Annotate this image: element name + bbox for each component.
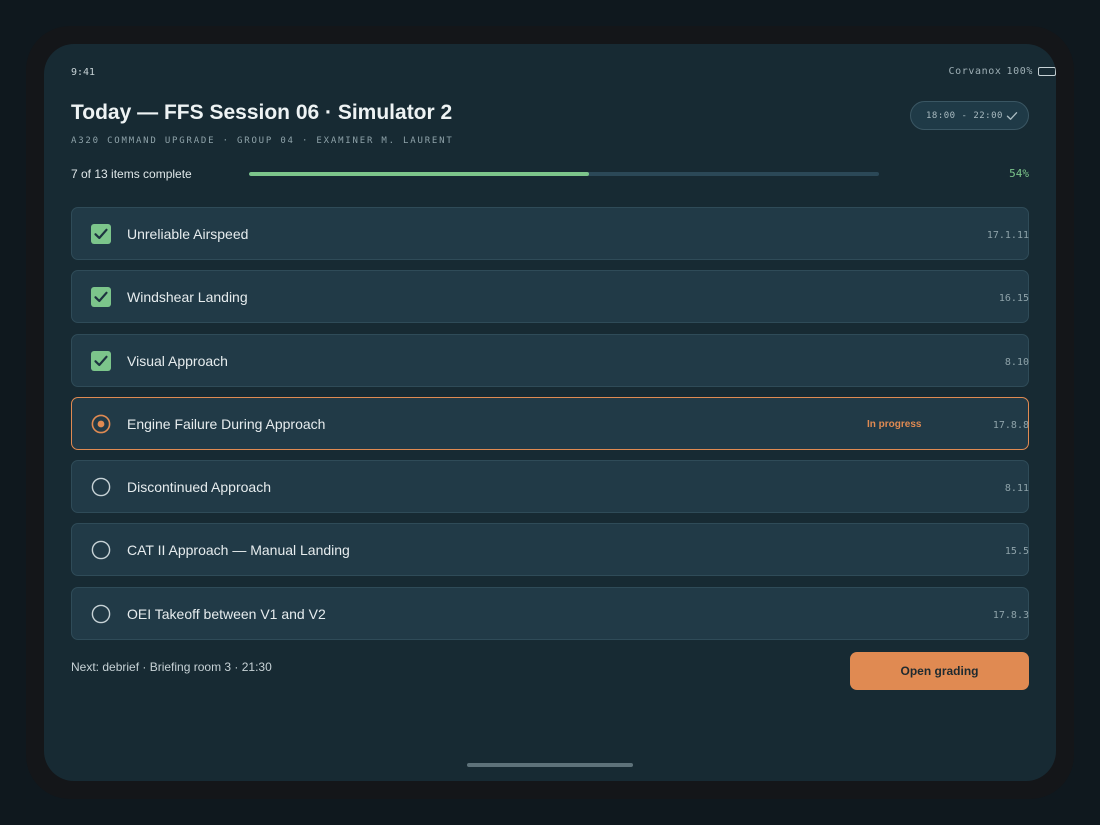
battery-icon (1038, 67, 1056, 76)
checklist-item-ref: 8.11 (1004, 483, 1029, 495)
open-grading-button[interactable]: Open grading (850, 652, 1029, 690)
checklist-item-label: CAT II Approach — Manual Landing (127, 542, 350, 559)
checklist-item-ref: 17.8.8 (992, 419, 1029, 431)
radio-empty-icon[interactable] (91, 540, 111, 560)
checklist-item[interactable]: Unreliable Airspeed 17.1.11 (71, 207, 1029, 260)
checklist-item[interactable]: Engine Failure During Approach In progres… (71, 396, 1029, 450)
checklist-item[interactable]: Discontinued Approach 8.11 (71, 460, 1029, 514)
checklist-item-ref: 16.15 (998, 293, 1029, 305)
radio-empty-icon[interactable] (91, 604, 111, 624)
carrier-name: Corvanox (948, 66, 1002, 77)
checkbox-checked-icon[interactable] (91, 224, 111, 244)
session-time-range: 18:00 - 22:00 (926, 110, 1003, 121)
checklist-item-ref: 15.5 (1004, 546, 1029, 558)
checklist-item[interactable]: Windshear Landing 16.15 (71, 270, 1029, 324)
checklist-item-label: Discontinued Approach (127, 479, 271, 496)
page-subtitle: A320 COMMAND UPGRADE · GROUP 04 · EXAMIN… (71, 136, 454, 146)
checklist-item[interactable]: OEI Takeoff between V1 and V2 17.8.3 (71, 586, 1029, 640)
checklist-item-label: Visual Approach (127, 352, 228, 369)
checklist-item-ref: 17.1.11 (986, 230, 1029, 241)
status-bar-right: Corvanox 100% (949, 66, 1056, 77)
app-screen: 9:41 Corvanox 100% Today — FFS Session 0… (44, 44, 1056, 781)
radio-empty-icon[interactable] (91, 477, 111, 497)
checkbox-checked-icon[interactable] (91, 350, 111, 371)
checklist-item-label: OEI Takeoff between V1 and V2 (127, 605, 326, 622)
progress-fill (249, 172, 590, 176)
check-icon (1006, 111, 1018, 120)
battery-percent: 100% (1006, 66, 1033, 77)
checklist-item-label: Windshear Landing (127, 289, 248, 306)
progress-label: 7 of 13 items complete (71, 167, 192, 181)
checklist-item-ref: 8.10 (1004, 356, 1029, 368)
checklist-item-label: Unreliable Airspeed (127, 226, 249, 242)
page-title: Today — FFS Session 06 · Simulator 2 (71, 101, 453, 124)
next-event-label: Next: debrief · Briefing room 3 · 21:30 (71, 660, 272, 674)
status-time: 9:41 (71, 67, 96, 78)
checkbox-checked-icon[interactable] (91, 287, 111, 308)
checklist-item-ref: 17.8.3 (992, 609, 1029, 621)
checklist-item-label: Engine Failure During Approach (127, 415, 326, 432)
progress-bar (249, 172, 879, 176)
progress-percent: 54% (1009, 167, 1029, 180)
home-indicator[interactable] (467, 763, 633, 767)
radio-in-progress-icon[interactable] (91, 414, 111, 434)
session-time-pill[interactable]: 18:00 - 22:00 (910, 101, 1029, 130)
checklist-item[interactable]: CAT II Approach — Manual Landing 15.5 (71, 523, 1029, 577)
checklist: Unreliable Airspeed 17.1.11 Windshear Land… (71, 207, 1029, 650)
status-badge: In progress (867, 418, 922, 430)
checklist-item[interactable]: Visual Approach 8.10 (71, 333, 1029, 387)
